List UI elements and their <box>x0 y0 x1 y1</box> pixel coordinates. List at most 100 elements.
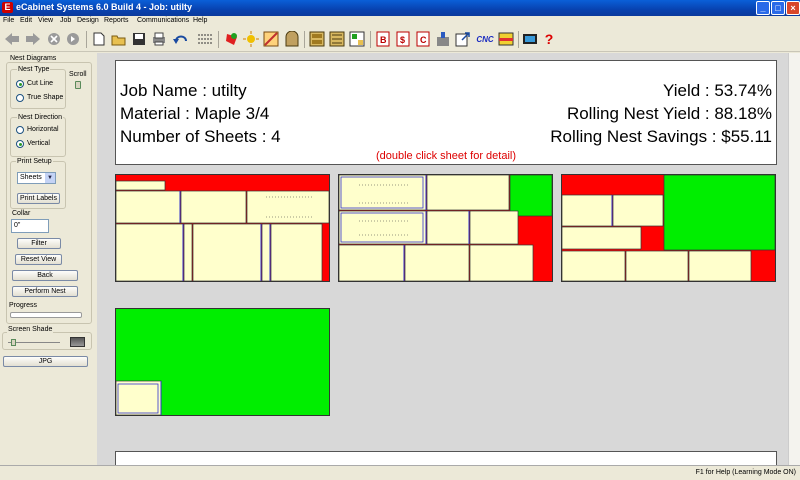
reset-view-button[interactable]: Reset View <box>15 254 62 265</box>
shade-slider-thumb[interactable] <box>11 339 16 346</box>
detail-hint: (double click sheet for detail) <box>375 150 516 162</box>
nest-type-group <box>10 69 66 109</box>
menu-bar: File Edit View Job Design Reports Commun… <box>0 16 800 27</box>
filter-button[interactable]: Filter <box>17 238 61 249</box>
open-folder-icon[interactable] <box>111 31 127 47</box>
toolbar-separator <box>86 31 87 48</box>
maximize-button[interactable]: □ <box>771 1 785 15</box>
toolbar: B $ C CNC ? <box>0 27 800 52</box>
cabinet-icon[interactable] <box>309 31 325 47</box>
cabinet-list-icon[interactable] <box>329 31 345 47</box>
machine-icon[interactable] <box>435 31 451 47</box>
chevron-down-icon[interactable]: ▼ <box>45 173 55 183</box>
toolbar-separator <box>370 31 371 48</box>
layout-icon[interactable] <box>349 31 365 47</box>
menu-job[interactable]: Job <box>60 17 71 24</box>
yield: Yield : 53.74% <box>663 81 772 100</box>
menu-reports[interactable]: Reports <box>104 17 129 24</box>
save-icon[interactable] <box>131 31 147 47</box>
horizontal-radio[interactable] <box>16 126 24 134</box>
nest-sheet-4[interactable] <box>115 308 330 416</box>
nest-sheet-2[interactable] <box>338 174 553 282</box>
report-cost-icon[interactable]: $ <box>395 31 411 47</box>
scroll-slider-thumb[interactable] <box>75 81 81 89</box>
menu-view[interactable]: View <box>38 17 53 24</box>
jpg-button[interactable]: JPG <box>3 356 88 367</box>
material: Material : Maple 3/4 <box>120 104 270 123</box>
rolling-nest-yield: Rolling Nest Yield : 88.18% <box>566 104 772 123</box>
minimize-button[interactable]: _ <box>756 1 770 15</box>
rolling-nest-savings: Rolling Nest Savings : $55.11 <box>550 127 772 146</box>
status-help-text: F1 for Help (Learning Mode ON) <box>695 469 796 476</box>
toolbar-separator <box>518 31 519 48</box>
toolbar-separator <box>304 31 305 48</box>
print-labels-button[interactable]: Print Labels <box>17 193 60 204</box>
arch-door-icon[interactable] <box>284 31 300 47</box>
nest-sheet-1[interactable] <box>115 174 330 282</box>
report-b-icon[interactable]: B <box>375 31 391 47</box>
menu-design[interactable]: Design <box>77 17 99 24</box>
menu-file[interactable]: File <box>3 17 14 24</box>
cut-line-radio[interactable] <box>16 80 24 88</box>
barcode-label-icon[interactable] <box>498 31 514 47</box>
details-panel <box>115 451 777 465</box>
menu-help[interactable]: Help <box>193 17 207 24</box>
vertical-radio[interactable] <box>16 140 24 148</box>
lighting-icon[interactable] <box>243 31 259 47</box>
toolbar-separator <box>218 31 219 48</box>
svg-text:B: B <box>380 35 387 45</box>
nest-diagrams-label: Nest Diagrams <box>10 55 57 62</box>
nest-type-label: Nest Type <box>17 66 51 73</box>
true-shape-label: True Shape <box>27 94 64 101</box>
nest-sheet-3[interactable] <box>561 174 776 282</box>
vertical-scrollbar[interactable] <box>788 53 800 465</box>
back-arrow-icon[interactable] <box>4 31 20 47</box>
svg-text:$: $ <box>400 35 405 45</box>
help-glyph: ? <box>544 31 554 47</box>
vertical-label: Vertical <box>27 140 50 147</box>
window-title: eCabinet Systems 6.0 Build 4 - Job: util… <box>16 2 193 12</box>
nest-view: Job Name : utilty Material : Maple 3/4 N… <box>97 53 800 465</box>
new-file-icon[interactable] <box>91 31 107 47</box>
print-setup-label: Print Setup <box>16 158 53 165</box>
left-panel: Nest Diagrams Nest Type Scroll Cut Line … <box>0 53 96 465</box>
title-bar: E eCabinet Systems 6.0 Build 4 - Job: ut… <box>0 0 800 16</box>
stop-icon[interactable] <box>46 31 62 47</box>
shade-swatch[interactable] <box>70 337 85 347</box>
report-c-icon[interactable]: C <box>415 31 431 47</box>
cut-list-icon[interactable] <box>197 31 213 47</box>
cnc-icon[interactable]: CNC <box>474 31 496 47</box>
undo-icon[interactable] <box>173 31 189 47</box>
cnc-label: CNC <box>476 34 494 44</box>
collar-label: Collar <box>12 210 31 217</box>
refresh-icon[interactable] <box>65 31 81 47</box>
close-button[interactable]: × <box>786 1 800 15</box>
job-name: Job Name : utilty <box>120 81 247 100</box>
app-icon: E <box>2 2 13 13</box>
texture-icon[interactable] <box>263 31 279 47</box>
scroll-label: Scroll <box>69 71 87 78</box>
print-setup-value: Sheets <box>20 174 42 181</box>
forward-arrow-icon[interactable] <box>25 31 41 47</box>
summary-panel: Job Name : utilty Material : Maple 3/4 N… <box>115 60 777 165</box>
progress-label: Progress <box>9 302 38 309</box>
print-setup-select[interactable]: Sheets ▼ <box>17 172 56 184</box>
help-icon[interactable]: ? <box>541 31 557 47</box>
material-color-icon[interactable] <box>224 31 240 47</box>
number-of-sheets: Number of Sheets : 4 <box>120 127 281 146</box>
export-icon[interactable] <box>455 31 471 47</box>
menu-communications[interactable]: Communications <box>137 17 189 24</box>
menu-edit[interactable]: Edit <box>20 17 32 24</box>
screen-shade-label: Screen Shade <box>7 326 54 333</box>
nest-direction-group <box>10 117 66 157</box>
back-button[interactable]: Back <box>12 270 78 281</box>
perform-nest-button[interactable]: Perform Nest <box>12 286 78 297</box>
film-icon[interactable] <box>522 31 538 47</box>
svg-text:C: C <box>420 35 427 45</box>
status-bar: F1 for Help (Learning Mode ON) <box>0 465 800 480</box>
collar-input[interactable]: 0" <box>11 219 49 233</box>
horizontal-label: Horizontal <box>27 126 59 133</box>
print-icon[interactable] <box>151 31 167 47</box>
progress-bar <box>10 312 82 318</box>
true-shape-radio[interactable] <box>16 94 24 102</box>
